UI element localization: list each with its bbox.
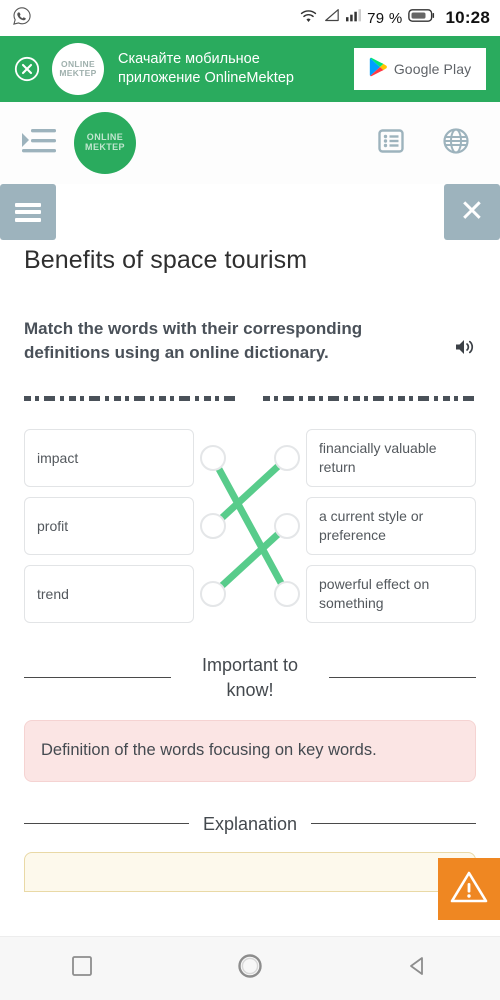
match-word-label: profit — [37, 517, 69, 534]
match-node-left-2[interactable] — [200, 513, 227, 540]
instruction-row: Match the words with their corresponding… — [24, 275, 476, 365]
triangle-back-icon[interactable] — [407, 955, 429, 982]
wifi-icon — [299, 8, 318, 29]
whatsapp-icon — [12, 6, 32, 31]
explanation-box — [24, 852, 476, 893]
site-logo-line2: MEKTEP — [85, 142, 125, 152]
list-view-icon[interactable] — [378, 128, 404, 159]
match-word-card[interactable]: profit — [24, 497, 194, 556]
match-node-right-2[interactable] — [273, 513, 300, 540]
match-definition-label: a current style or preference — [319, 508, 424, 544]
site-brand-logo[interactable]: ONLINE MEKTEP — [74, 112, 136, 174]
status-bar-indicators: 79 % 10:28 — [299, 8, 490, 29]
match-definition-label: financially valuable return — [319, 440, 437, 476]
match-definition-label: powerful effect on something — [319, 576, 430, 612]
site-header: ONLINE MEKTEP — [0, 102, 500, 184]
match-node-right-3[interactable] — [273, 581, 300, 608]
promo-text-line1: Скачайте мобильное — [118, 50, 260, 67]
google-play-label: Google Play — [393, 61, 472, 77]
match-definition-card[interactable]: a current style or preference — [306, 497, 476, 556]
signal-triangle-icon — [323, 8, 340, 28]
explanation-heading-label: Explanation — [202, 813, 298, 834]
warning-triangle-icon — [450, 870, 488, 909]
heading-rule-right — [329, 677, 476, 679]
speaker-sound-icon[interactable] — [454, 337, 476, 362]
promo-text-line2: приложение OnlineMektep — [118, 70, 294, 86]
important-note-text: Definition of the words focusing on key … — [41, 740, 377, 759]
app-promo-banner: ONLINE MEKTEP Скачайте мобильное приложе… — [0, 36, 500, 102]
match-node-right-1[interactable] — [273, 445, 300, 472]
promo-logo-line2: MEKTEP — [59, 68, 97, 78]
heading-rule-left — [24, 823, 189, 825]
heading-rule-left — [24, 677, 171, 679]
signal-bars-icon — [345, 8, 362, 28]
instruction-text: Match the words with their corresponding… — [24, 319, 363, 363]
battery-icon — [407, 8, 436, 28]
match-word-label: impact — [37, 449, 79, 466]
obscured-text-segment — [263, 396, 476, 402]
status-bar: 79 % 10:28 — [0, 0, 500, 36]
hamburger-menu-icon — [15, 199, 41, 225]
matching-definitions-column: financially valuable return a current st… — [306, 429, 476, 624]
battery-percentage: 79 % — [367, 9, 403, 27]
report-problem-button[interactable] — [438, 858, 500, 920]
lesson-content: Benefits of space tourism Match the word… — [0, 246, 500, 893]
explanation-section-heading: Explanation — [24, 812, 477, 836]
google-play-icon — [369, 57, 387, 82]
important-heading-label: Important to know! — [201, 655, 299, 700]
lesson-toolbar: ✕ — [0, 184, 500, 240]
match-word-card[interactable]: trend — [24, 565, 194, 624]
matching-words-column: impact profit trend — [24, 429, 194, 624]
match-node-left-3[interactable] — [200, 581, 227, 608]
hamburger-menu-button[interactable] — [0, 184, 56, 240]
close-x-icon: ✕ — [459, 195, 485, 228]
site-header-actions — [378, 127, 478, 160]
match-word-label: trend — [37, 585, 69, 602]
google-play-button[interactable]: Google Play — [354, 48, 486, 90]
match-node-left-1[interactable] — [200, 445, 227, 472]
close-lesson-button[interactable]: ✕ — [444, 184, 500, 240]
globe-icon[interactable] — [442, 127, 470, 160]
circle-home-icon[interactable] — [236, 952, 264, 985]
status-bar-notifications — [12, 6, 32, 31]
match-word-card[interactable]: impact — [24, 429, 194, 488]
match-definition-card[interactable]: powerful effect on something — [306, 565, 476, 624]
obscured-translation-strip — [24, 391, 476, 402]
page-title: Benefits of space tourism — [24, 246, 308, 274]
heading-rule-right — [311, 823, 477, 825]
close-circle-icon[interactable] — [14, 56, 40, 82]
indent-menu-icon[interactable] — [22, 128, 56, 159]
important-section-heading: Important to know! — [24, 653, 476, 702]
android-nav-bar — [0, 936, 500, 1000]
match-connection-line — [213, 462, 287, 590]
matching-exercise: impact profit trend financially valuable… — [24, 429, 476, 624]
promo-brand-logo: ONLINE MEKTEP — [52, 43, 104, 95]
important-note-box: Definition of the words focusing on key … — [24, 719, 476, 782]
square-recents-icon[interactable] — [71, 955, 93, 982]
match-definition-card[interactable]: financially valuable return — [306, 429, 476, 488]
obscured-text-segment — [24, 396, 237, 402]
status-bar-clock: 10:28 — [445, 8, 490, 27]
matching-connector-area — [194, 429, 306, 623]
promo-text: Скачайте мобильное приложение OnlineMekt… — [116, 50, 342, 88]
